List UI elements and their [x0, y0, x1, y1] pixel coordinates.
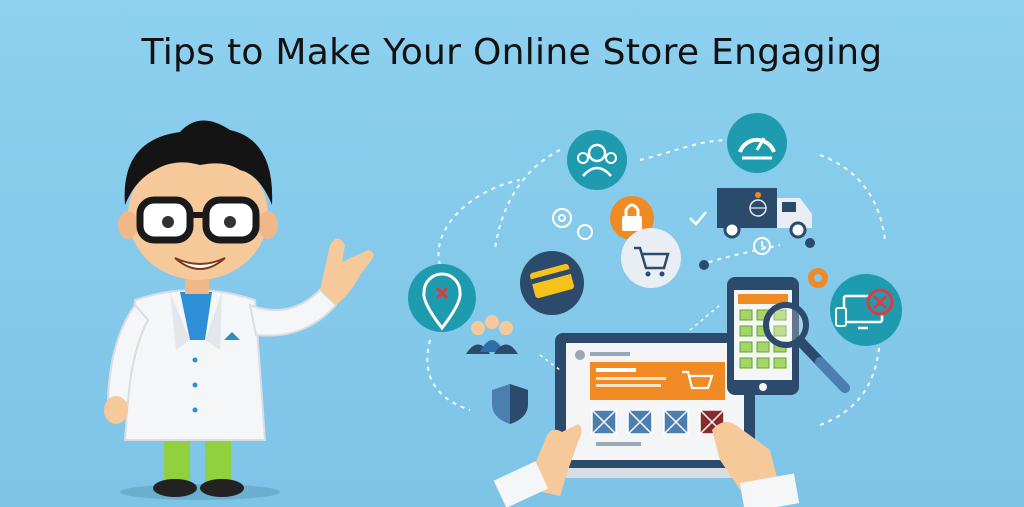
gear-icon	[552, 208, 593, 240]
banner: Tips to Make Your Online Store Engaging	[0, 0, 1024, 507]
team-icon	[466, 315, 518, 354]
credit-card-icon	[520, 251, 584, 315]
cart-icon	[621, 228, 681, 288]
check-icon	[689, 211, 707, 226]
clock-icon	[753, 237, 771, 255]
customers-icon	[567, 130, 627, 190]
truck-icon	[717, 188, 812, 239]
doctor-character	[104, 120, 374, 500]
shield-icon	[492, 384, 528, 424]
devices-icon	[830, 274, 902, 346]
location-pin-icon	[408, 264, 476, 332]
illustration	[104, 113, 902, 507]
gear-icon	[808, 268, 828, 288]
speedometer-icon	[727, 113, 787, 173]
